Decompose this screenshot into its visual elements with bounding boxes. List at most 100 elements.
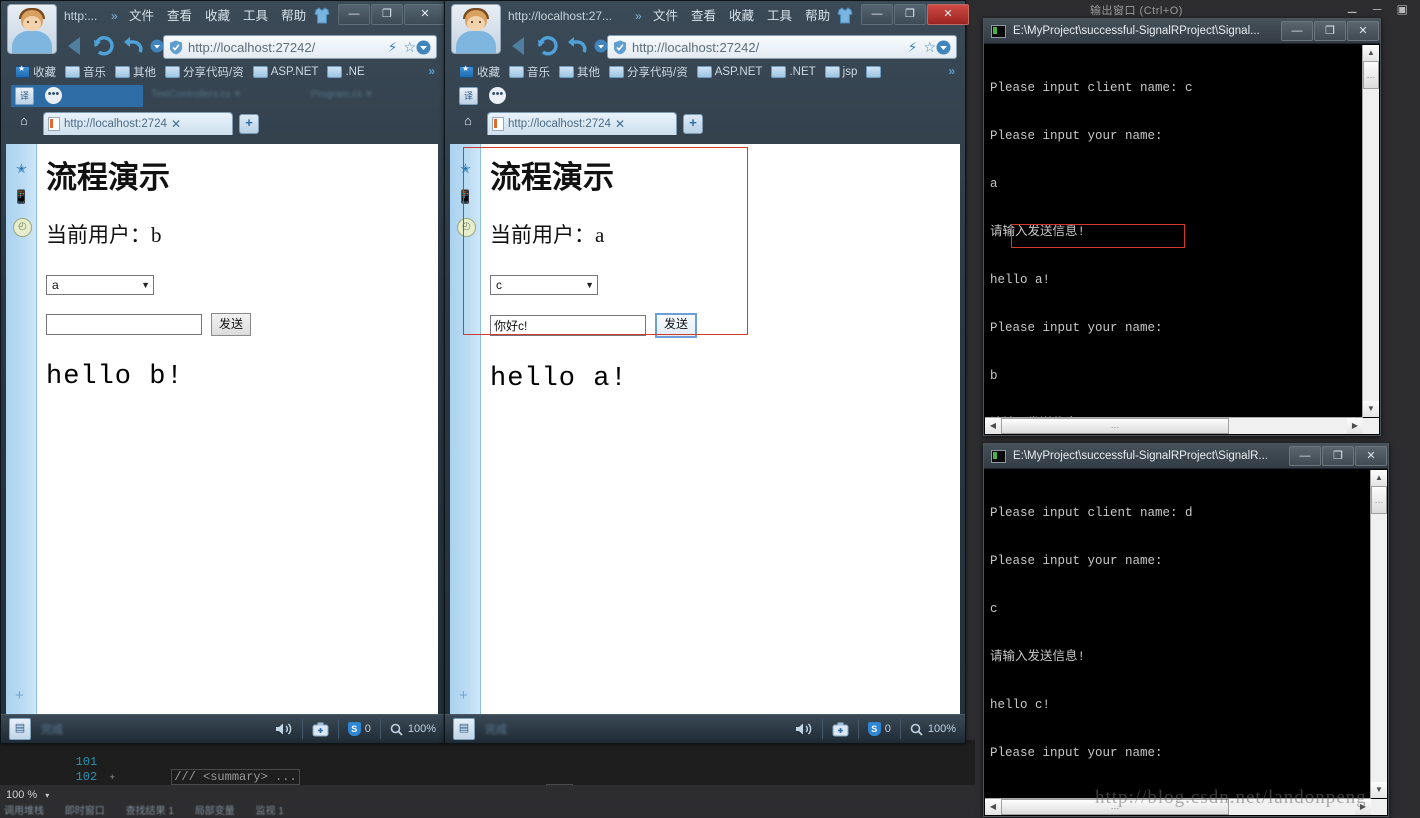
browser-window-left[interactable]: http:... » 文件查看收藏工具帮助 — ❐ ✕ http://local… <box>0 0 446 744</box>
scroll-thumb[interactable]: … <box>1363 61 1379 89</box>
navigation-bar[interactable]: http://localhost:27242/ ⚡ ☆ <box>445 31 965 61</box>
lightning-icon[interactable]: ⚡ <box>908 39 918 56</box>
bookmark-other[interactable]: 其他 <box>115 64 156 80</box>
tab-strip[interactable]: ⌂ http://localhost:2724 ✕ + <box>445 108 965 134</box>
console-window-bottom[interactable]: E:\MyProject\successful-SignalRProject\S… <box>983 443 1389 817</box>
back-icon[interactable] <box>507 35 531 57</box>
menu-item-view[interactable]: 查看 <box>167 9 192 23</box>
zoom-control[interactable]: 100% <box>380 719 445 739</box>
refresh-icon[interactable] <box>92 35 116 57</box>
console-vertical-scrollbar[interactable]: ▲ … ▼ <box>1362 45 1379 417</box>
menu-item-tools[interactable]: 工具 <box>243 9 268 23</box>
browser-status-bar-left[interactable]: ▤ 完成 S0 100% <box>1 714 445 743</box>
vs-tab-locals[interactable]: 局部变量 <box>191 806 235 817</box>
console-window-top[interactable]: E:\MyProject\successful-SignalRProject\S… <box>983 18 1381 436</box>
console-vertical-scrollbar[interactable]: ▲ … ▼ <box>1370 470 1387 798</box>
page-status-icon[interactable]: ▤ <box>9 718 31 740</box>
chevron-down-icon[interactable]: ▾ <box>45 787 49 805</box>
address-bar[interactable]: http://localhost:27242/ ⚡ ☆ <box>607 35 957 59</box>
shirt-icon[interactable] <box>837 7 853 24</box>
menu-item-file[interactable]: 文件 <box>129 9 154 23</box>
refresh-icon[interactable] <box>536 35 560 57</box>
message-input[interactable] <box>46 314 202 335</box>
url-text[interactable]: http://localhost:27242/ <box>632 40 902 55</box>
console-title-bar[interactable]: E:\MyProject\successful-SignalRProject\S… <box>984 444 1388 469</box>
title-bar[interactable]: http://localhost:27... » 文件查看收藏工具帮助 — ❐ … <box>445 1 965 31</box>
medkit-icon[interactable] <box>302 719 338 739</box>
new-tab-button[interactable]: + <box>239 114 259 134</box>
navigation-bar[interactable]: http://localhost:27242/ ⚡ ☆ <box>1 31 445 61</box>
bookmark-dotnet[interactable]: .NET <box>771 66 815 78</box>
recipient-select[interactable]: a ▼ <box>46 275 154 295</box>
star-icon[interactable]: ☆ <box>403 39 416 56</box>
clock-icon[interactable]: ◴ <box>13 218 32 237</box>
send-button[interactable]: 发送 <box>655 313 697 338</box>
scroll-left-button[interactable]: ◀ <box>985 799 1001 815</box>
console-window-controls[interactable]: — ❐ ✕ <box>1289 446 1388 466</box>
clock-icon[interactable]: ◴ <box>457 218 476 237</box>
nav-dropdown-icon[interactable] <box>594 39 608 53</box>
console-horizontal-scrollbar[interactable]: ◀ … ▶ <box>985 417 1363 434</box>
close-button[interactable]: ✕ <box>1355 446 1387 466</box>
home-icon[interactable]: ⌂ <box>20 113 28 128</box>
window-controls[interactable]: — ❐ ✕ <box>337 4 446 25</box>
recipient-select[interactable]: c ▼ <box>490 275 598 295</box>
bookmark-unnamed[interactable] <box>866 66 884 78</box>
scroll-thumb[interactable]: … <box>1001 418 1229 434</box>
console-title-bar[interactable]: E:\MyProject\successful-SignalRProject\S… <box>984 19 1380 44</box>
menu-item-favorites[interactable]: 收藏 <box>729 9 754 23</box>
star-icon[interactable]: ✭ <box>13 160 30 177</box>
maximize-button[interactable]: ❐ <box>1314 21 1346 41</box>
new-tab-button[interactable]: + <box>683 114 703 134</box>
bookmark-favorites[interactable]: 收藏 <box>15 64 56 80</box>
message-input[interactable]: 你好c! <box>490 315 646 336</box>
fold-marker[interactable]: + <box>105 771 119 786</box>
status-right-group[interactable]: S0 100% <box>786 719 965 739</box>
url-text[interactable]: http://localhost:27242/ <box>188 40 382 55</box>
browser-window-right[interactable]: http://localhost:27... » 文件查看收藏工具帮助 — ❐ … <box>444 0 966 744</box>
translate-icon[interactable]: 译 <box>459 87 478 105</box>
tab-strip[interactable]: ⌂ http://localhost:2724 ✕ + <box>1 108 445 134</box>
address-bar-icons[interactable]: ⚡ ☆ <box>382 39 431 56</box>
lightning-icon[interactable]: ⚡ <box>388 39 398 56</box>
page-status-icon[interactable]: ▤ <box>453 718 475 740</box>
more-dots-icon[interactable]: ••• <box>489 87 506 104</box>
menu-item-favorites[interactable]: 收藏 <box>205 9 230 23</box>
title-bar[interactable]: http:... » 文件查看收藏工具帮助 — ❐ ✕ <box>1 1 445 31</box>
address-bar-icons[interactable]: ⚡ ☆ <box>902 39 951 56</box>
bookmark-music[interactable]: 音乐 <box>65 64 106 80</box>
bookmarks-overflow-icon[interactable]: » <box>948 64 955 78</box>
close-icon[interactable]: ✕ <box>171 117 181 131</box>
menu-item-help[interactable]: 帮助 <box>805 9 830 23</box>
window-controls[interactable]: — ❐ ✕ <box>860 4 969 25</box>
bookmark-dotnet[interactable]: .NE <box>327 66 364 78</box>
add-icon[interactable]: + <box>15 687 24 704</box>
add-icon[interactable]: + <box>459 687 468 704</box>
vs-tab-callstack[interactable]: 调用堆栈 <box>0 806 44 817</box>
browser-status-bar-right[interactable]: ▤ 完成 S0 100% <box>445 714 965 743</box>
scroll-up-button[interactable]: ▲ <box>1371 470 1387 486</box>
bookmark-other[interactable]: 其他 <box>559 64 600 80</box>
medkit-icon[interactable] <box>822 719 858 739</box>
resize-corner[interactable] <box>1363 418 1379 434</box>
bookmark-aspnet[interactable]: ASP.NET <box>697 66 763 78</box>
vs-tab-watch[interactable]: 监视 1 <box>251 806 283 817</box>
maximize-button[interactable]: ❐ <box>371 4 403 25</box>
bookmark-sharecode[interactable]: 分享代码/资 <box>165 64 244 80</box>
speaker-icon[interactable] <box>786 719 822 739</box>
star-icon[interactable]: ☆ <box>923 39 936 56</box>
maximize-button[interactable]: ❐ <box>1322 446 1354 466</box>
vs-zoom-bar[interactable]: 100 %▾ <box>0 786 975 804</box>
bookmark-jsp[interactable]: jsp <box>825 66 858 78</box>
bookmarks-overflow-icon[interactable]: » <box>428 64 435 78</box>
bookmark-favorites[interactable]: 收藏 <box>459 64 500 80</box>
vs-bottom-tabstrip[interactable]: 调用堆栈 即时窗口 查找结果 1 局部变量 监视 1 <box>0 806 975 818</box>
speaker-icon[interactable] <box>266 719 302 739</box>
nav-buttons[interactable] <box>507 31 613 61</box>
nav-dropdown-icon[interactable] <box>150 39 164 53</box>
addon-bar[interactable]: 译 ••• <box>445 84 965 108</box>
security-badge[interactable]: S0 <box>338 719 380 739</box>
close-icon[interactable]: ✕ <box>615 117 625 131</box>
security-badge[interactable]: S0 <box>858 719 900 739</box>
back-icon[interactable] <box>63 35 87 57</box>
